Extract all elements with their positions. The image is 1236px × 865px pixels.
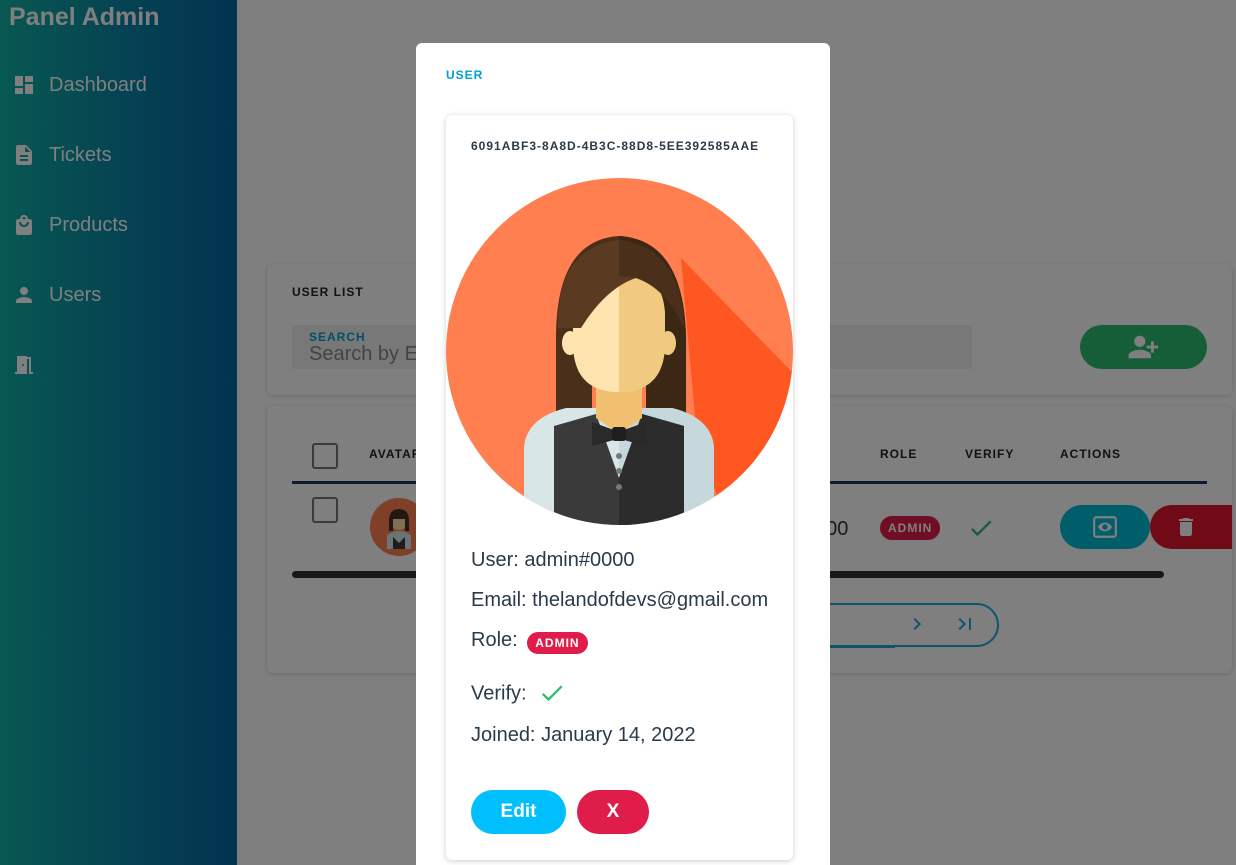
close-button[interactable]: X bbox=[577, 790, 649, 834]
role-badge: ADMIN bbox=[527, 631, 588, 654]
verified-check-icon bbox=[538, 679, 566, 713]
user-detail-modal: USER 6091ABF3-8A8D-4B3C-88D8-5EE392585AA… bbox=[416, 43, 830, 865]
modal-title: USER bbox=[446, 68, 484, 82]
user-info-line: User: admin#0000 bbox=[471, 549, 634, 572]
joined-value: January 14, 2022 bbox=[541, 724, 696, 746]
user-label: User: bbox=[471, 549, 519, 571]
verify-info-line: Verify: bbox=[471, 677, 566, 711]
user-id: 6091ABF3-8A8D-4B3C-88D8-5EE392585AAE bbox=[471, 139, 760, 153]
role-info-line: Role: ADMIN bbox=[471, 629, 588, 654]
email-info-line: Email: thelandofdevs@gmail.com bbox=[471, 589, 768, 612]
user-value: admin#0000 bbox=[524, 549, 635, 571]
verify-label: Verify: bbox=[471, 682, 527, 705]
profile-card: 6091ABF3-8A8D-4B3C-88D8-5EE392585AAE Use… bbox=[446, 115, 793, 860]
joined-info-line: Joined: January 14, 2022 bbox=[471, 724, 696, 747]
email-label: Email: bbox=[471, 589, 527, 611]
joined-label: Joined: bbox=[471, 724, 536, 746]
avatar bbox=[446, 178, 793, 525]
email-value: thelandofdevs@gmail.com bbox=[532, 589, 769, 611]
edit-button[interactable]: Edit bbox=[471, 790, 566, 834]
role-label: Role: bbox=[471, 629, 518, 651]
